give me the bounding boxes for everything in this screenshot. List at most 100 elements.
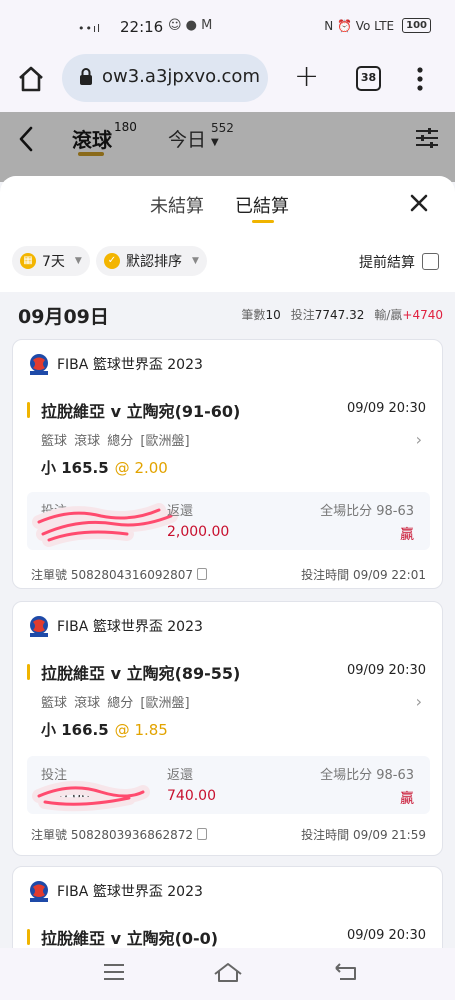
match-title: 拉脫維亞 v 立陶宛(91-60) [41, 402, 241, 421]
tab-switcher-button[interactable]: 38 [356, 66, 381, 91]
full-score-value: 98-63 [376, 504, 414, 519]
recent-apps-icon[interactable] [102, 962, 126, 982]
check-circle-icon: ✓ [104, 253, 120, 269]
result-badge: 贏 [400, 527, 414, 543]
bet-card[interactable]: FIBA 籃球世界盃 2023 拉脫維亞 v 立陶宛(0-0) 09/09 20… [12, 866, 443, 948]
date-summary: 筆數10 投注7747.32 輸/贏+4740 [241, 306, 443, 323]
full-score-value: 98-63 [376, 768, 414, 783]
order-value: 5082804316092807 [70, 568, 193, 582]
full-score-label: 全場比分 [320, 504, 373, 519]
count-value: 10 [265, 308, 281, 322]
address-bar[interactable]: ow3.a3jpxvo.com [62, 54, 268, 102]
match-marker [27, 929, 30, 945]
chevron-right-icon[interactable]: › [416, 430, 422, 449]
more-menu-icon[interactable] [408, 64, 432, 94]
bet-selection: 小 165.5 @ 2.00 [41, 457, 168, 478]
match-time: 09/09 20:30 [346, 663, 426, 678]
tab-unsettled[interactable]: 未結算 [150, 192, 204, 218]
tab-settled[interactable]: 已結算 [235, 192, 289, 218]
tab-live[interactable]: 滾球 [72, 124, 112, 153]
active-segment-indicator [252, 220, 274, 223]
browser-toolbar: ow3.a3jpxvo.com + 38 [0, 54, 455, 112]
fiba-logo-icon [30, 616, 48, 637]
bet-time: 投注時間 09/09 22:01 [301, 566, 426, 583]
bet-time: 投注時間 09/09 21:59 [301, 826, 426, 843]
filter-sliders-icon[interactable] [414, 126, 440, 150]
full-score: 全場比分 98-63 [320, 500, 414, 519]
system-icons: N ⏰ Vo LTE 100 [324, 18, 431, 33]
bet-time-value: 09/09 21:59 [353, 828, 426, 842]
return-value: 740.00 [167, 788, 216, 804]
match-marker [27, 664, 30, 680]
market-type: 籃球 滾球 總分 [歐洲盤] [41, 434, 190, 449]
bet-card[interactable]: FIBA 籃球世界盃 2023 拉脫維亞 v 立陶宛(89-55) 09/09 … [12, 601, 443, 856]
caret-down-icon[interactable]: ▼ [211, 137, 219, 148]
winloss-label: 輸/贏 [374, 308, 403, 322]
order-label: 注單號 [31, 828, 68, 842]
days-filter-label: 7天 [42, 254, 65, 270]
copy-icon[interactable] [197, 828, 207, 840]
bet-result-box: 投注 1,000.00 返還 2,000.00 全場比分 98-63 贏 [27, 492, 430, 550]
stake-label: 投注 [290, 308, 315, 322]
notification-icons: ☺ ● M [168, 18, 213, 33]
tab-today[interactable]: 今日 [168, 125, 206, 152]
return-label: 返還 [167, 504, 194, 519]
new-tab-icon[interactable]: + [294, 62, 319, 92]
back-nav-icon[interactable] [334, 962, 358, 982]
match-title: 拉脫維亞 v 立陶宛(89-55) [41, 664, 241, 683]
calendar-icon: ▦ [20, 253, 36, 269]
app-header: 滾球 180 今日 552 ▼ [0, 112, 455, 182]
bet-selection: 小 166.5 @ 1.85 [41, 719, 168, 740]
full-score-label: 全場比分 [320, 768, 373, 783]
signal-icon: ••ıl [78, 22, 102, 35]
bet-time-label: 投注時間 [301, 828, 350, 842]
lock-icon [80, 68, 92, 85]
result-badge: 贏 [400, 791, 414, 807]
order-number: 注單號 5082803936862872 [31, 826, 207, 843]
bet-time-label: 投注時間 [301, 568, 350, 582]
segment-header: 未結算 已結算 [0, 176, 455, 232]
sort-dropdown[interactable]: ✓ 默認排序 ▼ [96, 246, 207, 276]
match-time: 09/09 20:30 [346, 401, 426, 416]
copy-icon[interactable] [197, 568, 207, 580]
full-score: 全場比分 98-63 [320, 764, 414, 783]
bet-result-box: 投注 400.00 返還 740.00 全場比分 98-63 贏 [27, 756, 430, 814]
system-nav-bar [0, 948, 455, 1000]
bet-history-sheet: 未結算 已結算 ▦ 7天 ▼ ✓ 默認排序 ▼ 提前結算 09月09日 筆數10… [0, 176, 455, 948]
early-settle-label: 提前結算 [359, 255, 415, 271]
match-title: 拉脫維亞 v 立陶宛(0-0) [41, 929, 219, 948]
league-name: FIBA 籃球世界盃 2023 [57, 884, 203, 900]
chevron-right-icon[interactable]: › [416, 692, 422, 711]
league-name: FIBA 籃球世界盃 2023 [57, 619, 203, 635]
match-time: 09/09 20:30 [346, 928, 426, 943]
today-count: 552 [211, 121, 234, 135]
early-settle-checkbox[interactable] [422, 253, 439, 270]
count-label: 筆數 [241, 308, 266, 322]
close-icon[interactable] [408, 192, 430, 214]
filter-row: ▦ 7天 ▼ ✓ 默認排序 ▼ 提前結算 [0, 232, 455, 292]
url-text: ow3.a3jpxvo.com [102, 66, 260, 87]
order-label: 注單號 [31, 568, 68, 582]
network-icons: N ⏰ Vo LTE [324, 18, 395, 33]
league-name: FIBA 籃球世界盃 2023 [57, 357, 203, 373]
stake-label: 投注 [41, 768, 68, 783]
pick-label: 小 166.5 [41, 721, 109, 739]
fiba-logo-icon [30, 354, 48, 375]
order-value: 5082803936862872 [70, 828, 193, 842]
home-icon[interactable] [16, 64, 46, 94]
home-nav-icon[interactable] [212, 960, 244, 984]
return-label: 返還 [167, 768, 194, 783]
stake-label: 投注 [41, 504, 68, 519]
bet-card[interactable]: FIBA 籃球世界盃 2023 拉脫維亞 v 立陶宛(91-60) 09/09 … [12, 339, 443, 589]
date-group-header: 09月09日 筆數10 投注7747.32 輸/贏+4740 [0, 292, 455, 338]
stake-value: 1,000.00 [41, 524, 104, 540]
back-arrow-icon[interactable] [14, 124, 38, 154]
stake-value: 400.00 [41, 788, 90, 804]
bet-time-value: 09/09 22:01 [353, 568, 426, 582]
active-tab-indicator [78, 152, 104, 156]
winloss-value: +4740 [402, 308, 443, 322]
pick-label: 小 165.5 [41, 459, 109, 477]
days-filter-dropdown[interactable]: ▦ 7天 ▼ [12, 246, 90, 276]
sort-label: 默認排序 [126, 254, 182, 270]
clock: 22:16 [120, 18, 164, 36]
